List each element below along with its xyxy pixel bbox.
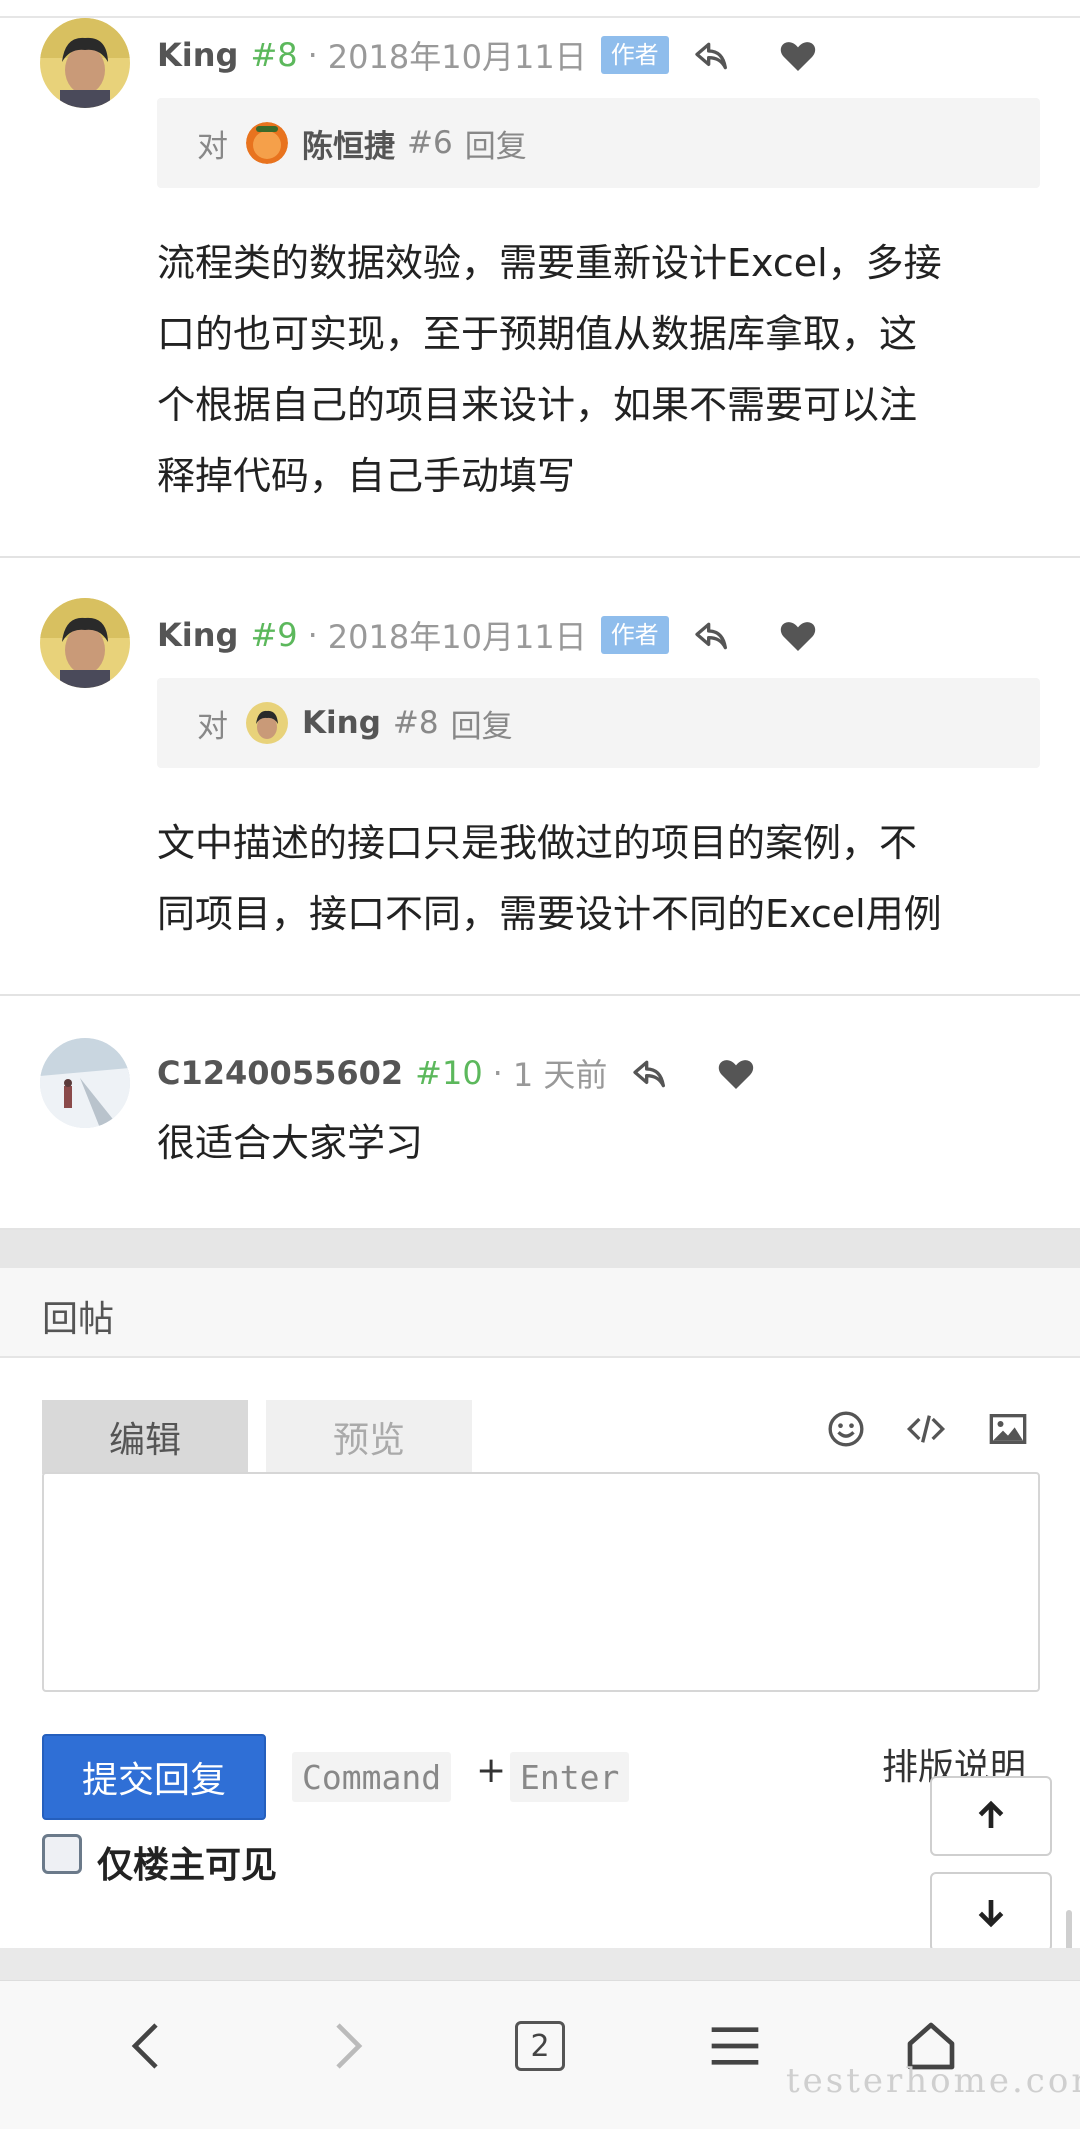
author-badge: 作者 bbox=[600, 616, 669, 654]
heart-icon[interactable] bbox=[776, 34, 820, 78]
quoted-avatar[interactable] bbox=[246, 122, 288, 164]
author-name[interactable]: King bbox=[157, 616, 238, 654]
quote-suffix: 回复 bbox=[464, 128, 527, 165]
footer-divider bbox=[0, 1948, 1080, 1980]
body-line: 个根据自己的项目来设计，如果不需要可以注 bbox=[157, 383, 918, 427]
owner-only-label[interactable]: 仅楼主可见 bbox=[97, 1836, 277, 1888]
reply-item: King #9 · 2018年10月11日 作者 对 King #8 回复 文中… bbox=[0, 558, 1080, 996]
shortcut-key-enter: Enter bbox=[510, 1752, 630, 1802]
reply-panel-header: 回帖 bbox=[0, 1268, 1080, 1358]
reply-body: 很适合大家学习 bbox=[157, 1108, 1037, 1179]
quote-block: 对 陈恒捷 #6 回复 bbox=[157, 98, 1040, 188]
floor-number[interactable]: #9 bbox=[250, 616, 297, 654]
quoted-floor[interactable]: #8 bbox=[393, 705, 439, 741]
avatar[interactable] bbox=[40, 18, 130, 108]
separator: · bbox=[492, 1054, 503, 1092]
author-name[interactable]: C1240055602 bbox=[157, 1054, 403, 1092]
reply-date: 2018年10月11日 bbox=[327, 38, 587, 76]
reply-date: 2018年10月11日 bbox=[327, 618, 587, 656]
menu-icon[interactable] bbox=[700, 2011, 770, 2081]
code-icon[interactable] bbox=[902, 1405, 950, 1453]
shortcut-key-command: Command bbox=[292, 1752, 452, 1802]
tab-count: 2 bbox=[515, 2021, 565, 2071]
section-divider bbox=[0, 1230, 1080, 1272]
reply-item: C1240055602 #10 · 1 天前 很适合大家学习 bbox=[0, 996, 1080, 1230]
shortcut-plus: + bbox=[476, 1750, 507, 1791]
top-divider bbox=[0, 0, 1080, 18]
watermark: testerhome.com bbox=[786, 2061, 1080, 2101]
panel-title: 回帖 bbox=[42, 1299, 115, 1340]
reply-icon[interactable] bbox=[690, 34, 734, 78]
body-line: 文中描述的接口只是我做过的项目的案例，不 bbox=[157, 821, 918, 865]
floor-number[interactable]: #10 bbox=[415, 1054, 483, 1092]
quoted-floor[interactable]: #6 bbox=[407, 125, 453, 161]
arrow-down-icon bbox=[978, 1900, 1004, 1928]
reply-body: 文中描述的接口只是我做过的项目的案例，不 同项目，接口不同，需要设计不同的Exc… bbox=[157, 808, 1037, 950]
quoted-avatar[interactable] bbox=[246, 702, 288, 744]
quoted-author[interactable]: 陈恒捷 bbox=[302, 121, 395, 166]
tab-edit[interactable]: 编辑 bbox=[42, 1400, 248, 1474]
emoji-icon[interactable] bbox=[822, 1405, 870, 1453]
browser-nav-bar: 2 testerhome.com bbox=[0, 1980, 1080, 2129]
separator: · bbox=[307, 616, 318, 654]
reply-meta: King #8 · 2018年10月11日 作者 bbox=[157, 32, 669, 78]
author-badge: 作者 bbox=[600, 36, 669, 74]
heart-icon[interactable] bbox=[776, 614, 820, 658]
submit-reply-button[interactable]: 提交回复 bbox=[42, 1734, 266, 1820]
reply-icon[interactable] bbox=[690, 614, 734, 658]
body-line: 很适合大家学习 bbox=[157, 1121, 424, 1165]
body-line: 流程类的数据效验，需要重新设计Excel，多接 bbox=[157, 241, 942, 285]
quote-prefix: 对 bbox=[197, 128, 228, 165]
reply-body: 流程类的数据效验，需要重新设计Excel，多接 口的也可实现，至于预期值从数据库… bbox=[157, 228, 1037, 512]
avatar[interactable] bbox=[40, 1038, 130, 1128]
heart-icon[interactable] bbox=[714, 1052, 758, 1096]
owner-only-checkbox[interactable] bbox=[42, 1834, 82, 1874]
avatar[interactable] bbox=[40, 598, 130, 688]
body-line: 释掉代码，自己手动填写 bbox=[157, 454, 576, 498]
quote-block: 对 King #8 回复 bbox=[157, 678, 1040, 768]
arrow-up-icon bbox=[978, 1800, 1004, 1828]
floor-number[interactable]: #8 bbox=[250, 36, 297, 74]
reply-icon[interactable] bbox=[628, 1052, 672, 1096]
tabs-icon[interactable]: 2 bbox=[505, 2011, 575, 2081]
reply-textarea[interactable] bbox=[42, 1472, 1040, 1692]
scroll-top-button[interactable] bbox=[930, 1776, 1052, 1856]
quoted-author[interactable]: King bbox=[302, 705, 381, 741]
reply-meta: King #9 · 2018年10月11日 作者 bbox=[157, 612, 669, 658]
image-icon[interactable] bbox=[984, 1405, 1032, 1453]
separator: · bbox=[307, 36, 318, 74]
author-name[interactable]: King bbox=[157, 36, 238, 74]
scroll-bottom-button[interactable] bbox=[930, 1872, 1052, 1952]
tab-preview[interactable]: 预览 bbox=[266, 1400, 472, 1474]
reply-meta: C1240055602 #10 · 1 天前 bbox=[157, 1050, 621, 1096]
body-line: 同项目，接口不同，需要设计不同的Excel用例 bbox=[157, 892, 942, 936]
reply-item: King #8 · 2018年10月11日 作者 对 陈恒捷 #6 回复 流程类… bbox=[0, 18, 1080, 558]
body-line: 口的也可实现，至于预期值从数据库拿取，这 bbox=[157, 312, 918, 356]
reply-date: 1 天前 bbox=[512, 1056, 608, 1094]
back-icon[interactable] bbox=[114, 2011, 184, 2081]
quote-prefix: 对 bbox=[197, 708, 228, 745]
quote-suffix: 回复 bbox=[450, 708, 513, 745]
forward-icon[interactable] bbox=[310, 2011, 380, 2081]
